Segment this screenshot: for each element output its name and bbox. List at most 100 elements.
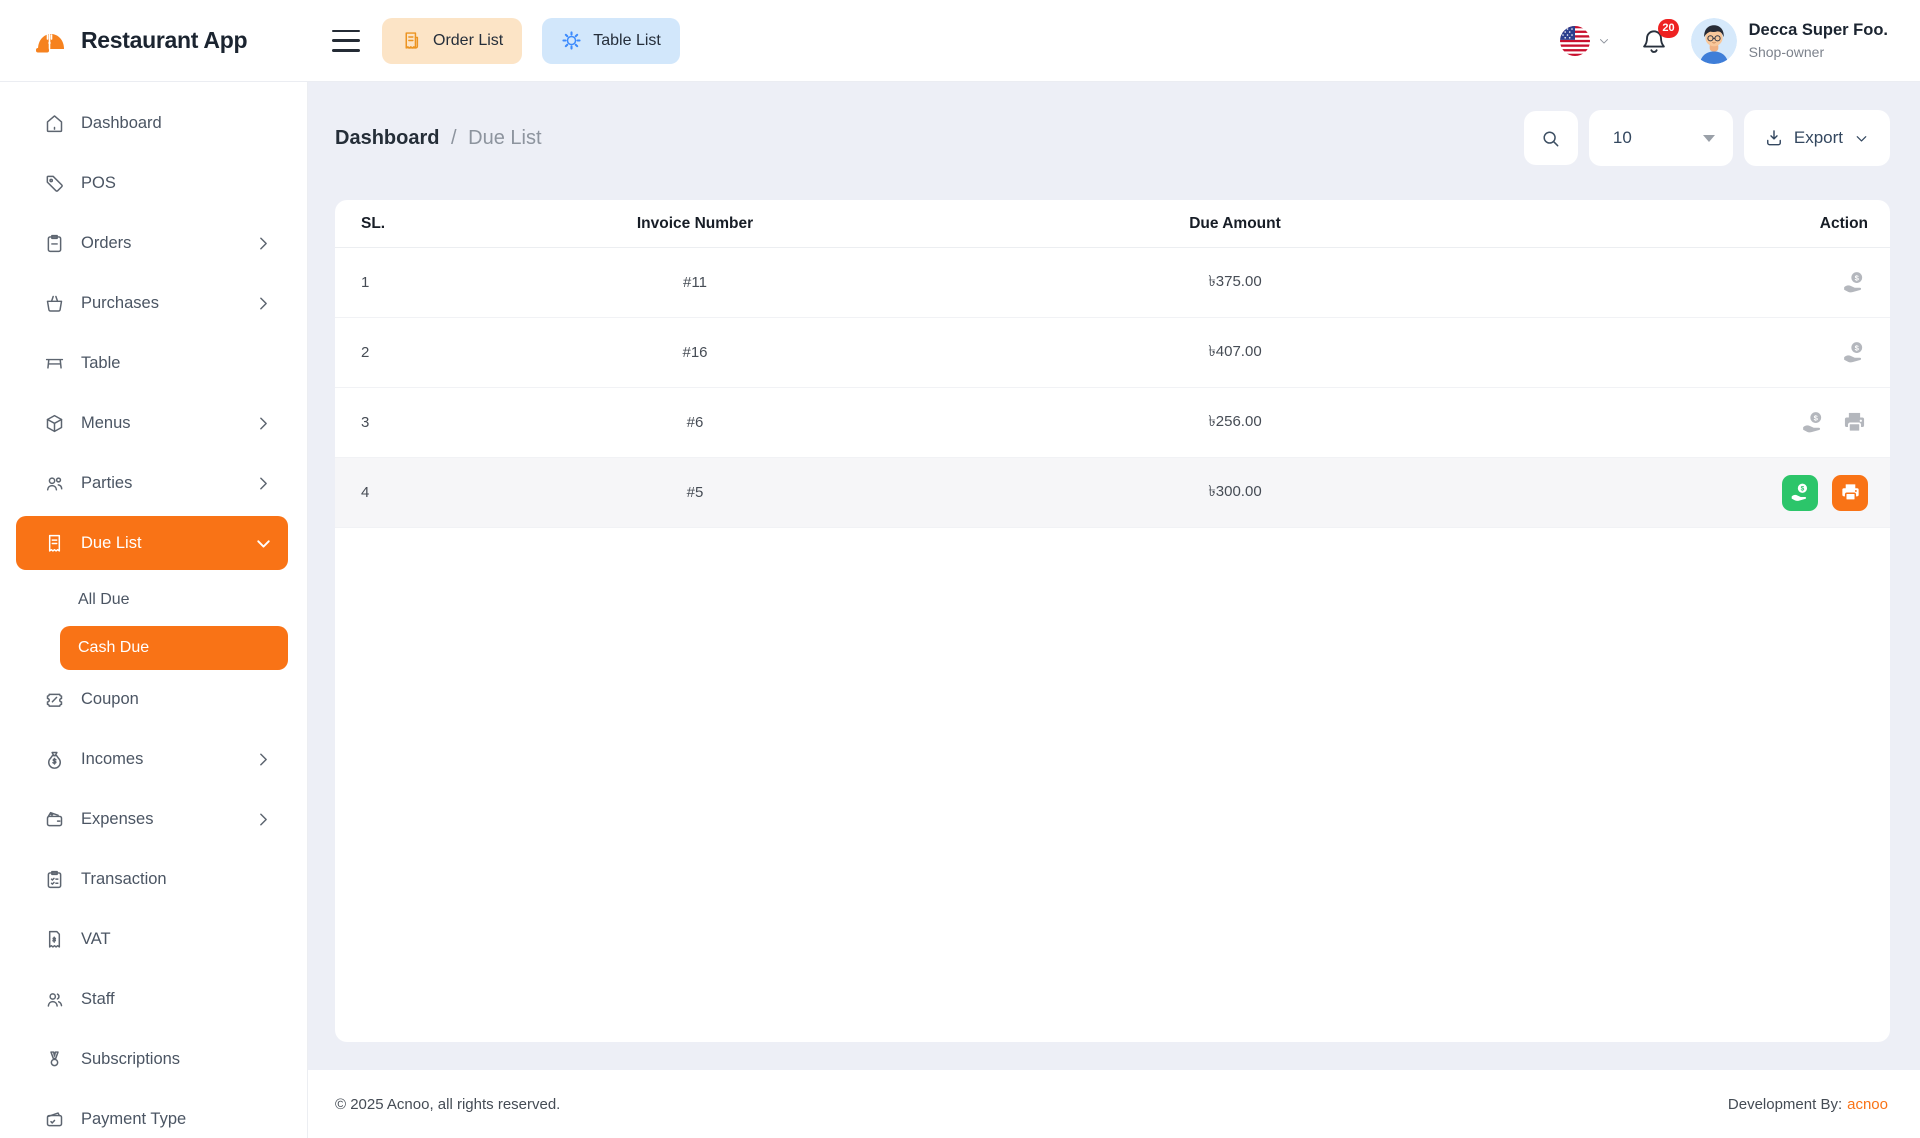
staff-icon — [44, 989, 65, 1010]
chevron-down-icon — [1853, 130, 1870, 147]
acnoo-link[interactable]: acnoo — [1847, 1096, 1888, 1113]
due-list-table-card: SL. Invoice Number Due Amount Action 1 #… — [335, 200, 1890, 1042]
cell-due: ৳407.00 — [895, 340, 1575, 365]
receive-money-icon — [1789, 481, 1812, 504]
breadcrumb-dashboard-link[interactable]: Dashboard — [335, 127, 439, 149]
sidebar-item-label: Payment Type — [81, 1110, 186, 1129]
cell-invoice: #5 — [495, 484, 895, 501]
sidebar-item-subscriptions[interactable]: Subscriptions — [16, 1032, 288, 1086]
download-icon — [1764, 128, 1784, 148]
chevron-right-icon — [253, 233, 274, 254]
clipboard-check-icon — [44, 869, 65, 890]
table-row: 4 #5 ৳300.00 — [335, 458, 1890, 528]
search-icon — [1540, 128, 1561, 149]
sidebar-subitem-cash-due[interactable]: Cash Due — [60, 626, 288, 670]
copyright-text: © 2025 Acnoo, all rights reserved. — [335, 1096, 560, 1113]
cell-sl: 4 — [335, 484, 495, 501]
sidebar-item-staff[interactable]: Staff — [16, 972, 288, 1026]
table-row: 3 #6 ৳256.00 — [335, 388, 1890, 458]
column-header-action: Action — [1575, 215, 1890, 233]
basket-icon — [44, 293, 65, 314]
brand-logo: Restaurant App — [0, 22, 308, 60]
receive-money-icon[interactable] — [1800, 409, 1827, 436]
sidebar-item-parties[interactable]: Parties — [16, 456, 288, 510]
top-right-controls: 20 — [1560, 18, 1920, 64]
export-button[interactable]: Export — [1744, 110, 1890, 166]
main-content: Dashboard / Due List 10 Export — [308, 82, 1920, 1138]
sidebar-item-label: Transaction — [81, 870, 167, 889]
sidebar-item-due-list[interactable]: Due List — [16, 516, 288, 570]
sidebar-item-purchases[interactable]: Purchases — [16, 276, 288, 330]
column-header-invoice: Invoice Number — [495, 215, 895, 233]
chevron-right-icon — [253, 413, 274, 434]
cell-actions — [1575, 339, 1890, 366]
sidebar-item-menus[interactable]: Menus — [16, 396, 288, 450]
print-icon[interactable] — [1841, 409, 1868, 436]
sidebar-item-pos[interactable]: POS — [16, 156, 288, 210]
users-icon — [44, 473, 65, 494]
breadcrumb: Dashboard / Due List — [335, 127, 542, 150]
user-menu[interactable]: Decca Super Foo. Shop-owner — [1749, 21, 1888, 60]
notification-count-badge: 20 — [1658, 19, 1678, 38]
app-window: Restaurant App Order List Table — [0, 0, 1920, 1138]
hamburger-menu-icon[interactable] — [332, 30, 360, 52]
sidebar-item-label: Due List — [81, 534, 142, 553]
cell-due: ৳375.00 — [895, 270, 1575, 295]
search-button[interactable] — [1524, 111, 1578, 165]
sidebar-item-label: Coupon — [81, 690, 139, 709]
cell-invoice: #11 — [495, 274, 895, 291]
us-flag-icon — [1560, 26, 1590, 56]
chevron-right-icon — [253, 293, 274, 314]
table-list-button[interactable]: Table List — [542, 18, 680, 64]
print-button[interactable] — [1832, 475, 1868, 511]
sidebar-item-label: Expenses — [81, 810, 153, 829]
sidebar-item-transaction[interactable]: Transaction — [16, 852, 288, 906]
sidebar-nav: Dashboard POS Orders Purchases Table — [0, 82, 308, 1138]
select-caret-icon — [1703, 135, 1715, 142]
per-page-value: 10 — [1613, 128, 1632, 148]
cell-sl: 3 — [335, 414, 495, 431]
sidebar-item-expenses[interactable]: Expenses — [16, 792, 288, 846]
sidebar-item-label: Dashboard — [81, 114, 162, 133]
export-label: Export — [1794, 128, 1843, 148]
cell-sl: 2 — [335, 344, 495, 361]
sidebar-item-vat[interactable]: VAT — [16, 912, 288, 966]
payment-wallet-icon — [44, 1109, 65, 1130]
sidebar-item-label: POS — [81, 174, 116, 193]
cell-actions — [1575, 269, 1890, 296]
column-header-sl: SL. — [335, 215, 495, 233]
top-bar: Restaurant App Order List Table — [0, 0, 1920, 82]
receive-money-icon[interactable] — [1841, 269, 1868, 296]
receive-money-icon[interactable] — [1841, 339, 1868, 366]
vat-receipt-icon — [44, 929, 65, 950]
sidebar-item-coupon[interactable]: Coupon — [16, 672, 288, 726]
wallet-out-icon — [44, 809, 65, 830]
sidebar-item-label: Orders — [81, 234, 131, 253]
user-role: Shop-owner — [1749, 44, 1888, 60]
cell-invoice: #16 — [495, 344, 895, 361]
money-bag-icon — [44, 749, 65, 770]
per-page-select[interactable]: 10 — [1589, 110, 1733, 166]
sidebar-item-orders[interactable]: Orders — [16, 216, 288, 270]
user-avatar[interactable] — [1691, 18, 1737, 64]
sidebar-item-incomes[interactable]: Incomes — [16, 732, 288, 786]
order-list-button[interactable]: Order List — [382, 18, 522, 64]
development-by-label: Development By: — [1728, 1096, 1842, 1113]
sidebar-item-label: Staff — [81, 990, 115, 1009]
sidebar-item-label: Parties — [81, 474, 132, 493]
language-selector[interactable] — [1560, 26, 1611, 56]
cube-icon — [44, 413, 65, 434]
table-row: 1 #11 ৳375.00 — [335, 248, 1890, 318]
sidebar-item-table[interactable]: Table — [16, 336, 288, 390]
sidebar-item-payment-type[interactable]: Payment Type — [16, 1092, 288, 1138]
table-row: 2 #16 ৳407.00 — [335, 318, 1890, 388]
chevron-down-icon — [253, 533, 274, 554]
sidebar-item-label: VAT — [81, 930, 111, 949]
user-name: Decca Super Foo. — [1749, 21, 1888, 40]
cell-actions — [1575, 475, 1890, 511]
chevron-down-icon — [1597, 34, 1611, 48]
sidebar-subitem-all-due[interactable]: All Due — [60, 576, 288, 624]
receive-money-button[interactable] — [1782, 475, 1818, 511]
notifications-button[interactable]: 20 — [1639, 26, 1669, 56]
sidebar-item-dashboard[interactable]: Dashboard — [16, 96, 288, 150]
